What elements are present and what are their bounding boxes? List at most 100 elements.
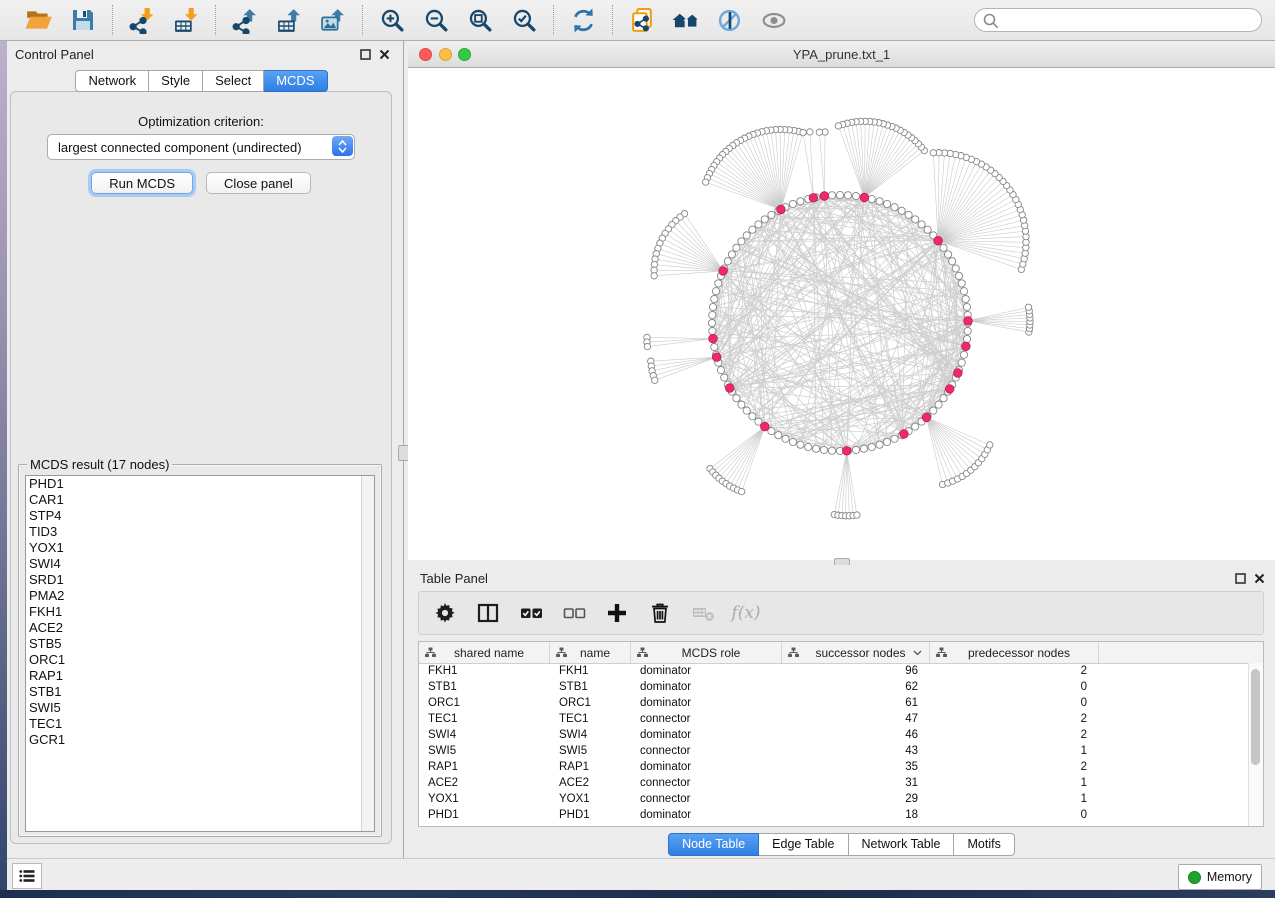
mcds-result-item[interactable]: PMA2 — [26, 588, 374, 604]
search-input[interactable] — [974, 8, 1262, 32]
cell-MCDS-role[interactable]: dominator — [631, 663, 782, 679]
column-header-name[interactable]: name — [550, 642, 631, 663]
save-session-icon[interactable] — [68, 5, 98, 35]
mcds-result-item[interactable]: RAP1 — [26, 668, 374, 684]
zoom-fit-icon[interactable] — [465, 5, 495, 35]
column-header-MCDS-role[interactable]: MCDS role — [631, 642, 782, 663]
cell-name[interactable]: ORC1 — [550, 695, 631, 711]
table-row-ACE2[interactable]: ACE2ACE2connector311 — [419, 775, 1249, 791]
cell-name[interactable]: SWI4 — [550, 727, 631, 743]
cell-MCDS-role[interactable]: dominator — [631, 695, 782, 711]
mcds-result-item[interactable]: TID3 — [26, 524, 374, 540]
cell-shared-name[interactable]: YOX1 — [419, 791, 550, 807]
column-header-successor-nodes[interactable]: successor nodes — [782, 642, 930, 663]
cell-name[interactable]: TEC1 — [550, 711, 631, 727]
tab-network[interactable]: Network — [75, 70, 149, 92]
cell-predecessor-nodes[interactable]: 2 — [930, 759, 1099, 775]
cell-name[interactable]: STB1 — [550, 679, 631, 695]
float-panel-icon[interactable] — [1235, 571, 1246, 589]
cell-name[interactable]: FKH1 — [550, 663, 631, 679]
mcds-result-item[interactable]: STB5 — [26, 636, 374, 652]
table-row-STB1[interactable]: STB1STB1dominator620 — [419, 679, 1249, 695]
cell-predecessor-nodes[interactable]: 0 — [930, 807, 1099, 823]
cell-MCDS-role[interactable]: dominator — [631, 679, 782, 695]
network-window-titlebar[interactable]: YPA_prune.txt_1 — [408, 41, 1275, 68]
select-all-icon[interactable] — [519, 601, 543, 625]
network-view-canvas[interactable] — [408, 68, 1275, 560]
cell-predecessor-nodes[interactable]: 2 — [930, 663, 1099, 679]
mcds-list-scrollbar[interactable] — [361, 476, 374, 831]
zoom-in-icon[interactable] — [377, 5, 407, 35]
float-panel-icon[interactable] — [360, 47, 371, 65]
table-row-TEC1[interactable]: TEC1TEC1connector472 — [419, 711, 1249, 727]
table-row-ORC1[interactable]: ORC1ORC1dominator610 — [419, 695, 1249, 711]
cell-shared-name[interactable]: STB1 — [419, 679, 550, 695]
cell-predecessor-nodes[interactable]: 1 — [930, 775, 1099, 791]
cell-shared-name[interactable]: ORC1 — [419, 695, 550, 711]
cell-name[interactable]: SWI5 — [550, 743, 631, 759]
mcds-result-item[interactable]: CAR1 — [26, 492, 374, 508]
cell-shared-name[interactable]: PHD1 — [419, 807, 550, 823]
cell-shared-name[interactable]: RAP1 — [419, 759, 550, 775]
memory-button[interactable]: Memory — [1178, 864, 1262, 890]
cell-MCDS-role[interactable]: dominator — [631, 759, 782, 775]
table-row-YOX1[interactable]: YOX1YOX1connector291 — [419, 791, 1249, 807]
cell-name[interactable]: PHD1 — [550, 807, 631, 823]
delete-entry-icon[interactable] — [648, 601, 672, 625]
zoom-out-icon[interactable] — [421, 5, 451, 35]
cell-predecessor-nodes[interactable]: 2 — [930, 711, 1099, 727]
cell-shared-name[interactable]: TEC1 — [419, 711, 550, 727]
cell-successor-nodes[interactable]: 43 — [782, 743, 930, 759]
cell-successor-nodes[interactable]: 47 — [782, 711, 930, 727]
cell-shared-name[interactable]: ACE2 — [419, 775, 550, 791]
export-network-document-icon[interactable] — [627, 5, 657, 35]
cell-MCDS-role[interactable]: connector — [631, 711, 782, 727]
close-panel-icon[interactable] — [1254, 571, 1265, 589]
export-table-icon[interactable] — [274, 5, 304, 35]
cell-successor-nodes[interactable]: 35 — [782, 759, 930, 775]
cell-MCDS-role[interactable]: dominator — [631, 727, 782, 743]
settings-gear-icon[interactable] — [433, 601, 457, 625]
mcds-result-list[interactable]: PHD1CAR1STP4TID3YOX1SWI4SRD1PMA2FKH1ACE2… — [25, 475, 375, 832]
table-row-SWI4[interactable]: SWI4SWI4dominator462 — [419, 727, 1249, 743]
cell-successor-nodes[interactable]: 46 — [782, 727, 930, 743]
run-mcds-button[interactable]: Run MCDS — [91, 172, 193, 194]
tab-motifs[interactable]: Motifs — [954, 833, 1014, 856]
tab-select[interactable]: Select — [203, 70, 264, 92]
mcds-result-item[interactable]: ORC1 — [26, 652, 374, 668]
tab-style[interactable]: Style — [149, 70, 203, 92]
cell-successor-nodes[interactable]: 18 — [782, 807, 930, 823]
cell-predecessor-nodes[interactable]: 1 — [930, 791, 1099, 807]
cell-successor-nodes[interactable]: 61 — [782, 695, 930, 711]
label-visibility-icon[interactable] — [715, 5, 745, 35]
cell-name[interactable]: YOX1 — [550, 791, 631, 807]
export-network-icon[interactable] — [230, 5, 260, 35]
mcds-result-item[interactable]: STB1 — [26, 684, 374, 700]
cell-predecessor-nodes[interactable]: 0 — [930, 679, 1099, 695]
criterion-dropdown[interactable]: largest connected component (undirected) — [47, 134, 355, 160]
cell-successor-nodes[interactable]: 29 — [782, 791, 930, 807]
cell-name[interactable]: ACE2 — [550, 775, 631, 791]
cell-MCDS-role[interactable]: dominator — [631, 807, 782, 823]
cell-predecessor-nodes[interactable]: 2 — [930, 727, 1099, 743]
table-row-PHD1[interactable]: PHD1PHD1dominator180 — [419, 807, 1249, 823]
import-table-icon[interactable] — [171, 5, 201, 35]
open-file-icon[interactable] — [24, 5, 54, 35]
column-header-shared-name[interactable]: shared name — [419, 642, 550, 663]
cell-successor-nodes[interactable]: 96 — [782, 663, 930, 679]
mcds-result-item[interactable]: TEC1 — [26, 716, 374, 732]
cell-shared-name[interactable]: SWI5 — [419, 743, 550, 759]
zoom-selected-icon[interactable] — [509, 5, 539, 35]
mcds-result-item[interactable]: SRD1 — [26, 572, 374, 588]
tab-node-table[interactable]: Node Table — [668, 833, 759, 856]
mcds-result-item[interactable]: GCR1 — [26, 732, 374, 748]
mcds-result-item[interactable]: STP4 — [26, 508, 374, 524]
mcds-result-item[interactable]: FKH1 — [26, 604, 374, 620]
table-row-FKH1[interactable]: FKH1FKH1dominator962 — [419, 663, 1249, 679]
cell-predecessor-nodes[interactable]: 1 — [930, 743, 1099, 759]
table-scrollbar-thumb[interactable] — [1251, 669, 1260, 765]
export-image-icon[interactable] — [318, 5, 348, 35]
cell-MCDS-role[interactable]: connector — [631, 791, 782, 807]
task-history-button[interactable] — [12, 863, 42, 889]
cell-successor-nodes[interactable]: 31 — [782, 775, 930, 791]
